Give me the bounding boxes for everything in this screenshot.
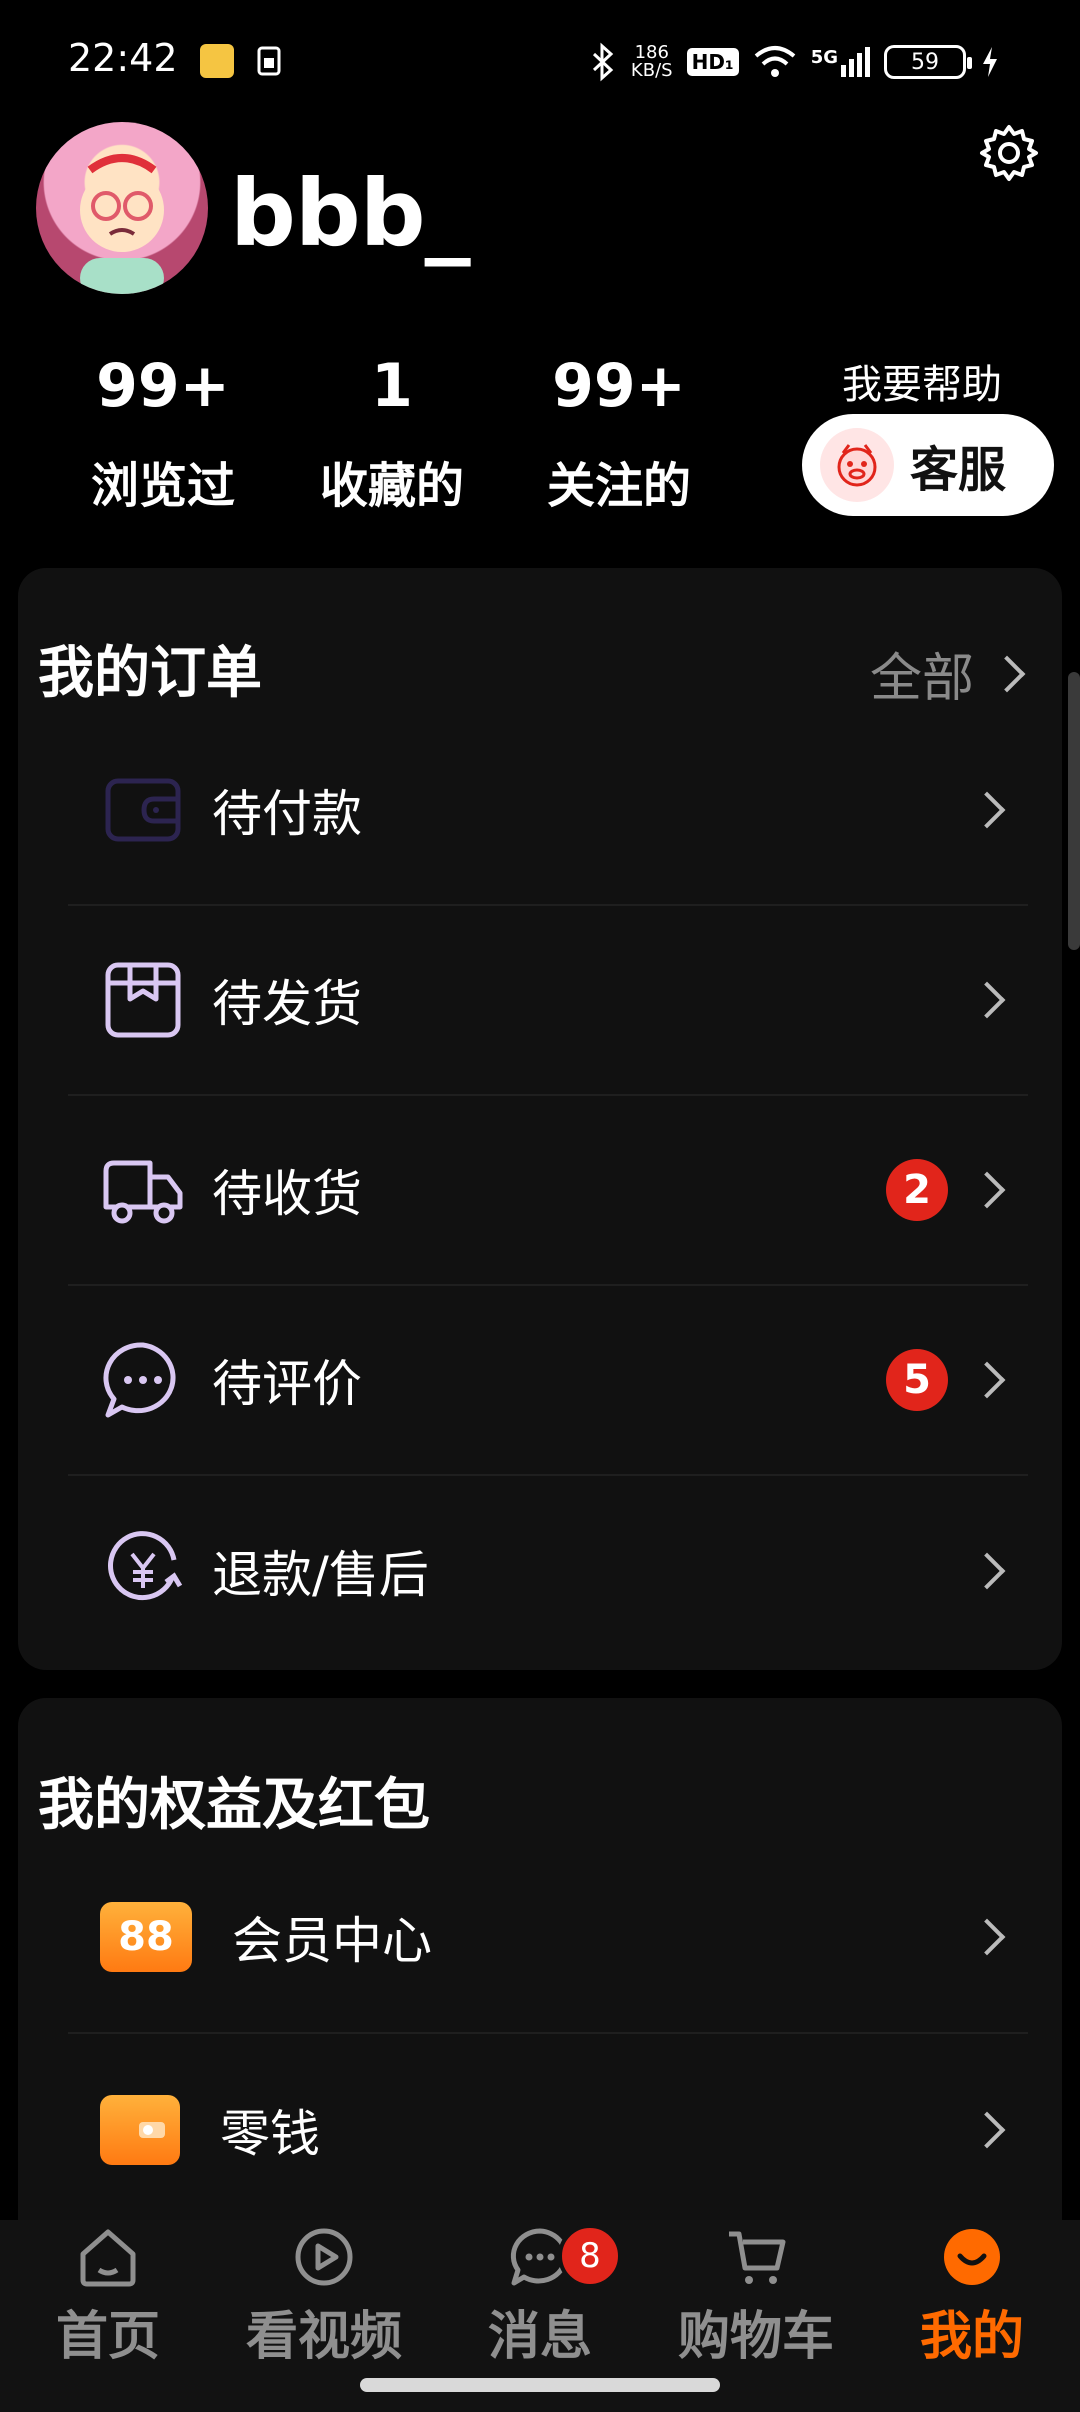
order-row-refund[interactable]: 退款/售后 [68,1476,1028,1666]
messages-badge: 8 [558,2224,622,2288]
pending-review-badge: 5 [886,1349,948,1411]
scrollbar-thumb[interactable] [1068,672,1080,950]
refund-yen-icon [102,1530,184,1612]
wallet-icon [102,769,184,851]
cart-icon [724,2226,788,2288]
customer-service-label: 客服 [910,442,1007,498]
smile-icon [940,2226,1004,2288]
orders-title: 我的订单 [38,641,262,706]
chat-bubble-icon [102,1339,184,1421]
bluetooth-icon [592,42,614,82]
chevron-right-icon [968,1171,1006,1209]
tab-cart[interactable]: 购物车 [666,2226,846,2367]
pending-receipt-badge: 2 [886,1159,948,1221]
order-row-pending-review[interactable]: 待评价 5 [68,1286,1028,1476]
tab-me[interactable]: 我的 [882,2226,1062,2367]
avatar-image [80,154,164,294]
settings-gear-icon[interactable] [978,122,1040,184]
package-icon [102,959,184,1041]
customer-service-button[interactable]: 客服 [802,414,1054,516]
play-icon [292,2226,356,2288]
tab-home[interactable]: 首页 [18,2226,198,2367]
order-row-pending-payment[interactable]: 待付款 [68,716,1028,906]
stat-viewed[interactable]: 99+ 浏览过 [63,350,263,516]
hd-icon: HD₁ [686,48,739,76]
truck-icon [102,1149,184,1231]
status-icons: 186 KB/S HD₁ 5G 59 [589,40,1000,84]
stat-following[interactable]: 99+ 关注的 [519,350,719,516]
battery-indicator: 59 [884,45,972,79]
avatar[interactable] [36,122,208,294]
home-indicator[interactable] [360,2378,720,2392]
benefits-title: 我的权益及红包 [38,1773,430,1838]
sim-card-icon [257,46,281,76]
order-row-pending-shipment[interactable]: 待发货 [68,906,1028,1096]
chevron-right-icon [968,1361,1006,1399]
member-88-icon: 88 [100,1902,192,1972]
wallet-coin-icon [100,2095,180,2165]
chevron-right-icon [968,2111,1006,2149]
wifi-icon [754,46,795,77]
orders-all-link[interactable]: 全部 [870,636,1026,711]
cell-signal-icon: 5G [811,47,870,77]
status-time: 22:42 [68,36,178,80]
chevron-right-icon [988,655,1026,692]
status-bar: 22:42 186 KB/S HD₁ 5G 59 [0,0,1080,120]
chevron-right-icon [968,1552,1006,1590]
chevron-right-icon [968,1918,1006,1956]
order-row-pending-receipt[interactable]: 待收货 2 [68,1096,1028,1286]
benefit-row-member-center[interactable]: 88 会员中心 [68,1842,1028,2034]
username[interactable]: bbb_ [230,160,471,267]
help-label: 我要帮助 [842,362,1002,408]
chevron-right-icon [968,981,1006,1019]
tab-video[interactable]: 看视频 [234,2226,414,2367]
chevron-right-icon [968,791,1006,829]
charging-icon [983,47,997,77]
tab-messages[interactable]: 消息 8 [450,2224,630,2367]
mascot-icon [820,428,894,502]
stat-favorites[interactable]: 1 收藏的 [292,350,492,516]
notes-app-icon [200,44,234,78]
home-icon [76,2226,140,2288]
benefit-row-change[interactable]: 零钱 [68,2034,1028,2226]
network-speed: 186 KB/S [630,42,673,81]
